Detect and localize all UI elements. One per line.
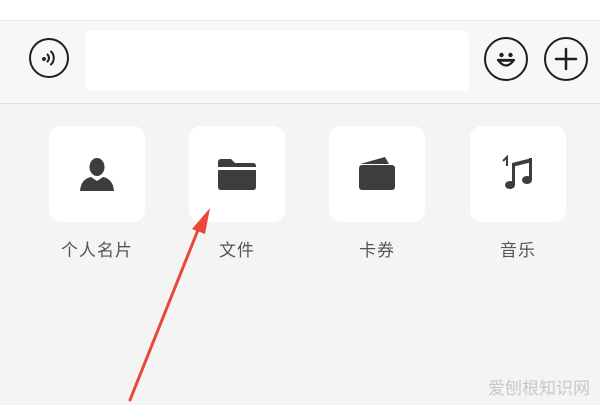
attachment-tray: 个人名片 文件 卡券 音乐 bbox=[0, 104, 600, 405]
smiley-icon bbox=[496, 52, 516, 67]
more-button[interactable] bbox=[544, 37, 588, 81]
status-strip bbox=[0, 0, 600, 20]
watermark: 爱刨根知识网 bbox=[488, 379, 590, 399]
music-label: 音乐 bbox=[500, 241, 536, 261]
contact-card-tile[interactable] bbox=[49, 126, 145, 222]
coupon-tile[interactable] bbox=[329, 126, 425, 222]
message-input[interactable] bbox=[85, 31, 469, 91]
music-tile[interactable] bbox=[470, 126, 566, 222]
contact-card-label: 个人名片 bbox=[61, 241, 133, 261]
coupon-label: 卡券 bbox=[359, 241, 395, 261]
folder-icon bbox=[218, 159, 256, 190]
file-tile[interactable] bbox=[189, 126, 285, 222]
voice-button[interactable] bbox=[29, 38, 69, 78]
file-label: 文件 bbox=[219, 241, 255, 261]
voice-icon bbox=[42, 50, 55, 66]
chat-input-bar bbox=[0, 21, 600, 104]
music-note-icon bbox=[502, 154, 532, 189]
wallet-icon bbox=[359, 157, 395, 190]
person-icon bbox=[80, 158, 114, 191]
plus-icon bbox=[554, 47, 578, 71]
emoji-button[interactable] bbox=[484, 37, 528, 81]
